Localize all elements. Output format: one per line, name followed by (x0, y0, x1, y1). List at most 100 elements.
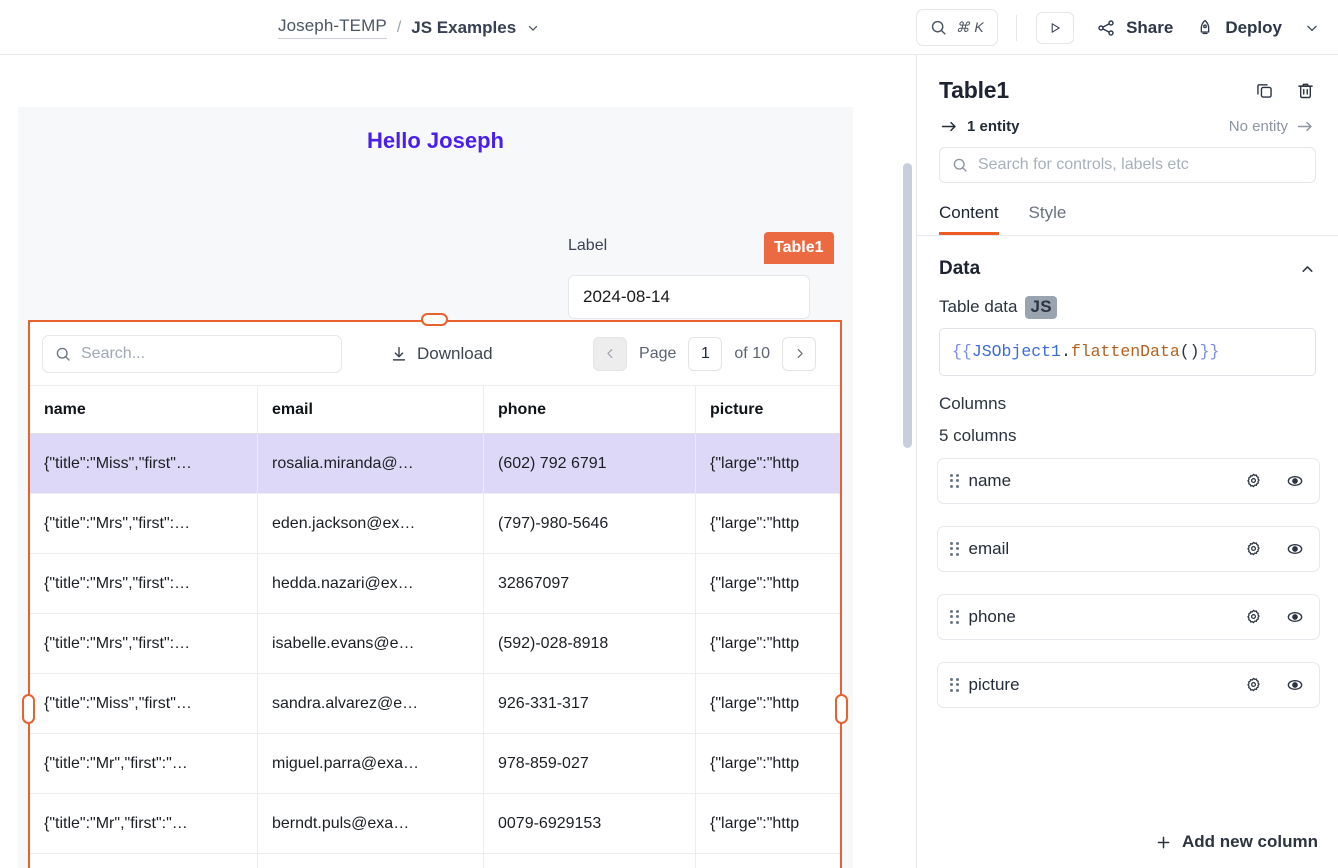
column-header-phone[interactable]: phone (484, 386, 696, 433)
table-cell-email: miguel.parra@exa… (258, 734, 484, 793)
column-item-actions (1244, 471, 1305, 491)
panel-tabs: Content Style (917, 203, 1338, 236)
table-cell-picture: {"large":"http (710, 514, 800, 532)
datepicker-input[interactable]: 2024-08-14 (568, 275, 810, 319)
table-widget[interactable]: Download Page 1 of 10 (30, 322, 840, 868)
table-cell-picture: {"large":"http (710, 634, 800, 652)
table-body: {"title":"Miss","first"… rosalia.miranda@… (30, 434, 840, 868)
breadcrumb-workspace[interactable]: Joseph-TEMP (278, 16, 387, 39)
incoming-entities-button[interactable]: 1 entity (941, 118, 1020, 135)
column-header-name[interactable]: name (30, 386, 258, 433)
gear-icon[interactable] (1244, 471, 1263, 490)
column-item-label: name (968, 470, 1012, 490)
download-label: Download (417, 343, 493, 363)
canvas-scrollbar[interactable] (903, 163, 912, 448)
column-header-email[interactable]: email (258, 386, 484, 433)
table-data-label: Table data (939, 297, 1018, 317)
code-function: flattenData (1070, 342, 1180, 362)
search-icon (55, 346, 71, 362)
copy-icon[interactable] (1254, 80, 1275, 101)
column-item-phone[interactable]: phone (937, 593, 1320, 640)
table-pagination: Page 1 of 10 (593, 336, 816, 371)
chevron-up-icon[interactable] (1299, 261, 1316, 278)
resize-handle-top[interactable] (421, 313, 448, 326)
eye-icon[interactable] (1285, 539, 1305, 559)
drag-handle-icon[interactable] (950, 473, 959, 488)
panel-search-input[interactable] (978, 156, 1303, 174)
column-header-picture[interactable]: picture (696, 386, 840, 433)
table-cell-email: berndt.puls@exa… (258, 794, 484, 853)
table-row[interactable]: {"title":"Mr","first":"… berndt.puls@exa…… (30, 794, 840, 854)
table-row[interactable]: {"title":"Mrs","first":… hedda.nazari@ex…… (30, 554, 840, 614)
app-root: Joseph-TEMP / JS Examples ⌘ K Share Depl… (0, 0, 1338, 868)
app-canvas[interactable]: Hello Joseph Label 2024-08-14 Download (0, 55, 917, 868)
tab-style[interactable]: Style (1029, 203, 1067, 235)
chevron-down-icon[interactable] (526, 21, 540, 35)
data-section-header[interactable]: Data (917, 236, 1338, 280)
play-icon (1048, 21, 1062, 35)
table-cell-phone: 926-331-317 (484, 674, 696, 733)
table-data-code-input[interactable]: {{JSObject1. flattenData()}} (939, 327, 1316, 376)
table-row[interactable]: {"title":"Mrs","first":… eden.jackson@ex…… (30, 494, 840, 554)
table-row[interactable]: {"title":"Miss","first"… rosalia.miranda@… (30, 434, 840, 494)
eye-icon[interactable] (1285, 675, 1305, 695)
incoming-entities-label: 1 entity (967, 118, 1020, 135)
widget-name-badge[interactable]: Table1 (764, 232, 834, 264)
columns-list: name email phone picture (937, 457, 1320, 708)
share-button[interactable]: Share (1074, 0, 1173, 55)
run-button[interactable] (1036, 11, 1075, 44)
global-search-button[interactable]: ⌘ K (915, 9, 999, 46)
gear-icon[interactable] (1244, 607, 1263, 626)
outgoing-entities-button[interactable]: No entity (1229, 118, 1314, 135)
table-row[interactable]: {"title":"Miss","first"… sandra.alvarez@e… (30, 674, 840, 734)
panel-search-box[interactable] (939, 147, 1316, 183)
page-number-input[interactable]: 1 (688, 336, 723, 371)
table-search-box[interactable] (42, 334, 342, 373)
column-item-actions (1244, 607, 1305, 627)
add-new-column-button[interactable]: Add new column (1155, 832, 1318, 852)
resize-handle-left[interactable] (22, 694, 35, 724)
eye-icon[interactable] (1285, 471, 1305, 491)
drag-handle-icon[interactable] (950, 677, 959, 692)
tab-content[interactable]: Content (939, 203, 999, 235)
download-button[interactable]: Download (390, 344, 493, 364)
table-cell-email: isabelle.evans@e… (258, 614, 484, 673)
resize-handle-right[interactable] (835, 694, 848, 724)
eye-icon[interactable] (1285, 607, 1305, 627)
table-cell-picture: {"large":"http (710, 814, 800, 832)
table-row[interactable]: {"title":"Mrs","first":…donna.newman@…01… (30, 854, 840, 868)
prev-page-button[interactable] (593, 336, 628, 371)
table-row[interactable]: {"title":"Mrs","first":… isabelle.evans@e… (30, 614, 840, 674)
code-close-brace: }} (1199, 342, 1220, 362)
table-cell-phone: 015396 29542 (484, 854, 696, 868)
panel-header-actions (1254, 80, 1316, 101)
search-shortcut-label: ⌘ K (955, 19, 985, 35)
table-cell-phone: (592)-028-8918 (484, 614, 696, 673)
drag-handle-icon[interactable] (950, 541, 959, 556)
deploy-button[interactable]: Deploy (1173, 0, 1282, 55)
table-cell-name: {"title":"Mrs","first":… (30, 854, 258, 868)
top-bar-actions: ⌘ K Share Deploy (915, 0, 1338, 55)
table-cell-picture: {"large":"http (710, 754, 800, 772)
table-search-input[interactable] (81, 344, 311, 363)
drag-handle-icon[interactable] (950, 609, 959, 624)
table-cell-phone: 978-859-027 (484, 734, 696, 793)
share-label: Share (1126, 17, 1174, 37)
column-item-email[interactable]: email (937, 525, 1320, 572)
gear-icon[interactable] (1244, 539, 1263, 558)
table-cell-phone: 32867097 (484, 554, 696, 613)
entity-navigation-row: 1 entity No entity (917, 104, 1338, 135)
columns-count: 5 columns (939, 425, 1017, 445)
breadcrumb-page[interactable]: JS Examples (411, 18, 516, 38)
table-row[interactable]: {"title":"Mr","first":"… miguel.parra@exa… (30, 734, 840, 794)
column-item-picture[interactable]: picture (937, 661, 1320, 708)
columns-label: Columns (939, 393, 1007, 413)
property-panel: Table1 1 entity No entity Search for con… (917, 55, 1338, 868)
column-item-name[interactable]: name (937, 457, 1320, 504)
delete-icon[interactable] (1295, 80, 1316, 101)
gear-icon[interactable] (1244, 675, 1263, 694)
top-bar: Joseph-TEMP / JS Examples ⌘ K Share Depl… (0, 0, 1338, 55)
page-label: Page (639, 344, 677, 362)
next-page-button[interactable] (782, 336, 816, 371)
deploy-options-button[interactable] (1282, 0, 1338, 55)
